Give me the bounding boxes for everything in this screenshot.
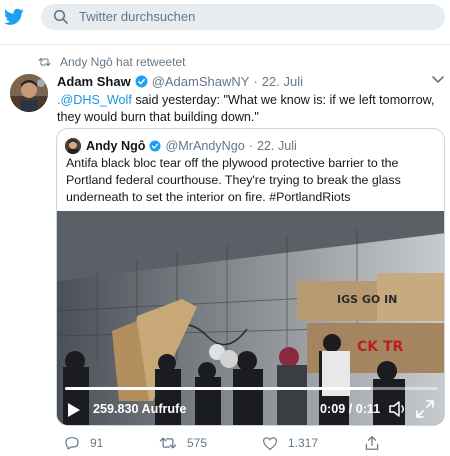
- video-progress-fill: [65, 387, 371, 390]
- retweeted-by-text[interactable]: Andy Ngô hat retweetet: [60, 55, 185, 69]
- reply-icon: [65, 437, 79, 450]
- video-time: 0:09 / 0:11: [320, 402, 381, 416]
- quoted-tweet-text: Antifa black bloc tear off the plywood p…: [66, 156, 401, 204]
- author-name[interactable]: Adam Shaw: [57, 74, 131, 89]
- svg-text:IGS GO IN: IGS GO IN: [337, 293, 397, 306]
- share-icon: [365, 436, 379, 450]
- play-icon[interactable]: [67, 402, 81, 418]
- separator-dot: ·: [253, 73, 258, 89]
- quoted-author-handle[interactable]: @MrAndyNgo: [165, 139, 244, 153]
- tweet-actions: 91 575 1.317: [56, 433, 445, 453]
- like-icon: [263, 436, 277, 450]
- search-input[interactable]: Twitter durchsuchen: [79, 9, 195, 24]
- separator-dot: ·: [248, 139, 253, 153]
- quoted-avatar[interactable]: [65, 138, 81, 154]
- search-bar[interactable]: Twitter durchsuchen: [41, 4, 445, 30]
- reply-button[interactable]: 91: [64, 433, 103, 453]
- svg-text:CK TR: CK TR: [357, 339, 404, 355]
- like-button[interactable]: 1.317: [262, 433, 318, 453]
- retweet-count: 575: [187, 436, 208, 450]
- top-bar: Twitter durchsuchen: [0, 0, 450, 36]
- search-icon: [53, 9, 68, 24]
- quoted-tweet-card[interactable]: Andy Ngô @MrAndyNgo · 22. Juli Antifa bl…: [56, 128, 445, 426]
- fullscreen-icon[interactable]: [416, 400, 434, 418]
- video-player[interactable]: IGS GO IN CK TR 259.830 Aufrufe 0:09 / 0…: [57, 211, 444, 425]
- quoted-tweet-date[interactable]: 22. Juli: [257, 139, 297, 153]
- retweet-icon: [38, 58, 51, 66]
- quoted-author-name[interactable]: Andy Ngô: [86, 139, 145, 153]
- divider: [0, 44, 450, 45]
- quoted-avatar-image: [65, 138, 81, 154]
- quoted-author-line: Andy Ngô @MrAndyNgo · 22. Juli: [86, 137, 297, 155]
- tweet-date[interactable]: 22. Juli: [262, 74, 303, 89]
- view-count: 259.830 Aufrufe: [93, 402, 187, 416]
- share-button[interactable]: [365, 433, 389, 453]
- author-handle[interactable]: @AdamShawNY: [152, 74, 250, 89]
- reply-count: 91: [90, 436, 104, 450]
- verified-icon: [135, 75, 148, 87]
- mention-link[interactable]: .@DHS_Wolf: [57, 93, 132, 107]
- avatar[interactable]: [10, 74, 48, 112]
- chevron-down-icon[interactable]: [432, 76, 444, 84]
- retweet-button[interactable]: 575: [159, 433, 207, 453]
- like-count: 1.317: [288, 436, 319, 450]
- avatar-image: [10, 74, 48, 112]
- twitter-bird-icon[interactable]: [4, 8, 24, 26]
- tweet-text: .@DHS_Wolf said yesterday: "What we know…: [57, 92, 442, 126]
- verified-icon: [149, 140, 161, 152]
- volume-icon[interactable]: [389, 401, 407, 417]
- video-progress-bar[interactable]: [65, 387, 438, 390]
- retweet-header: Andy Ngô hat retweetet: [38, 54, 185, 70]
- video-frame: IGS GO IN CK TR: [57, 211, 444, 425]
- tweet-author-line: Adam Shaw @AdamShawNY · 22. Juli: [57, 72, 303, 90]
- retweet-icon: [159, 437, 177, 449]
